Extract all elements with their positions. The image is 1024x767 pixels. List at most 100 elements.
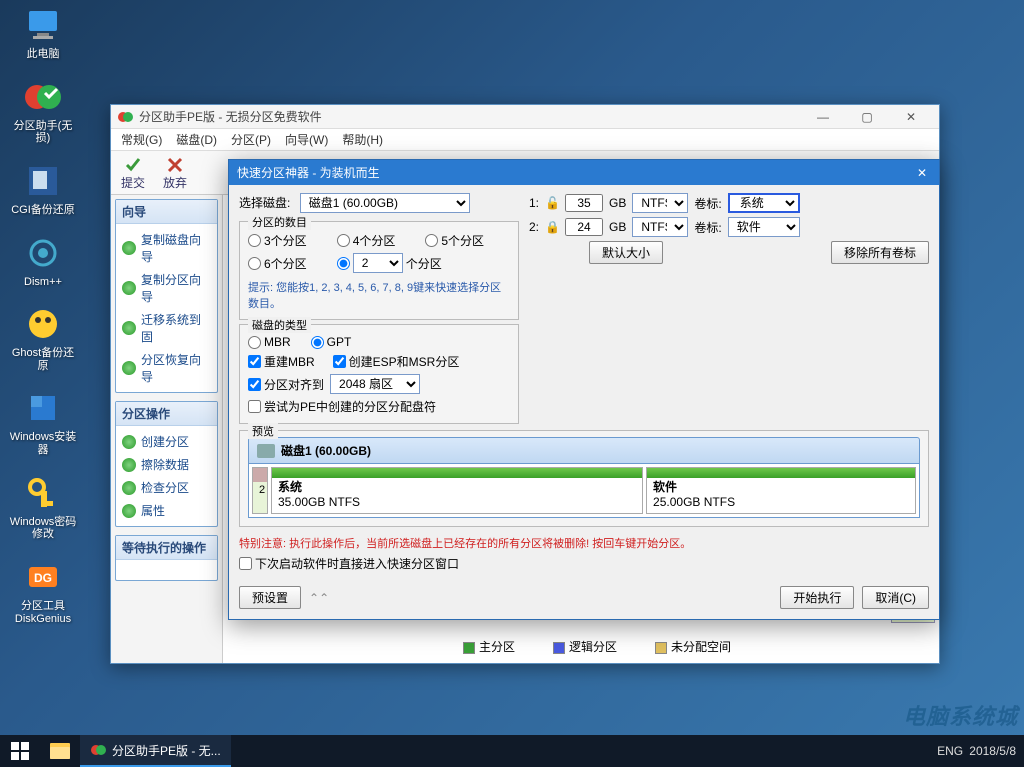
op-icon xyxy=(122,504,136,518)
op-wipe[interactable]: 擦除数据 xyxy=(120,453,213,476)
preview-partitions: 2 系统35.00GB NTFS 软件25.00GB NTFS xyxy=(248,464,920,518)
clear-volumes-button[interactable]: 移除所有卷标 xyxy=(831,241,929,264)
dialog-titlebar[interactable]: 快速分区神器 - 为装机而生 ✕ xyxy=(229,160,939,185)
panel-pending-header: 等待执行的操作 xyxy=(116,536,217,560)
menubar: 常规(G) 磁盘(D) 分区(P) 向导(W) 帮助(H) xyxy=(111,129,939,151)
size-input-1[interactable] xyxy=(565,194,603,212)
radio-5[interactable]: 5个分区 xyxy=(425,232,484,249)
partition-row-2: 2: 🔒 GB NTFS 卷标: 软件 xyxy=(529,217,929,237)
dialog-footer: 预设置 ⌃⌃ 开始执行 取消(C) xyxy=(229,580,939,619)
op-props[interactable]: 属性 xyxy=(120,499,213,522)
volume-select-1[interactable]: 系统 xyxy=(728,193,800,213)
radio-3[interactable]: 3个分区 xyxy=(248,232,307,249)
panel-pending: 等待执行的操作 xyxy=(115,535,218,581)
menu-partition[interactable]: 分区(P) xyxy=(231,131,271,148)
op-create[interactable]: 创建分区 xyxy=(120,430,213,453)
tool-discard[interactable]: 放弃 xyxy=(163,155,187,191)
disk-select[interactable]: 磁盘1 (60.00GB) xyxy=(300,193,470,213)
preview-part-1[interactable]: 系统35.00GB NTFS xyxy=(271,467,643,514)
svg-text:DG: DG xyxy=(34,571,52,585)
window-title: 分区助手PE版 - 无损分区免费软件 xyxy=(139,108,795,125)
system-tray[interactable]: ENG 2018/5/8 xyxy=(929,744,1024,758)
start-button[interactable] xyxy=(0,735,40,767)
desktop-icon-diskgenius[interactable]: DG分区工具DiskGenius xyxy=(8,557,78,625)
tool-commit[interactable]: 提交 xyxy=(121,155,145,191)
disk-label: 选择磁盘: xyxy=(239,194,290,211)
radio-4[interactable]: 4个分区 xyxy=(337,232,396,249)
titlebar[interactable]: 分区助手PE版 - 无损分区免费软件 — ▢ ✕ xyxy=(111,105,939,129)
maximize-button[interactable]: ▢ xyxy=(845,106,889,128)
size-input-2[interactable] xyxy=(565,218,603,236)
fs-select-1[interactable]: NTFS xyxy=(632,193,688,213)
volume-select-2[interactable]: 软件 xyxy=(728,217,800,237)
desktop-icon-wininstall[interactable]: Windows安装器 xyxy=(8,388,78,456)
menu-help[interactable]: 帮助(H) xyxy=(342,131,383,148)
preview-disk-header: 磁盘1 (60.00GB) xyxy=(248,437,920,464)
minimize-button[interactable]: — xyxy=(801,106,845,128)
desktop-icon-cgi[interactable]: CGI备份还原 xyxy=(8,161,78,217)
taskbar-explorer[interactable] xyxy=(40,735,80,767)
start-button[interactable]: 开始执行 xyxy=(780,586,854,609)
wizard-icon xyxy=(122,281,136,295)
legend-logical-swatch xyxy=(553,642,565,654)
legend-unalloc-swatch xyxy=(655,642,667,654)
count-hint: 提示: 您能按1, 2, 3, 4, 5, 6, 7, 8, 9键来快速选择分区… xyxy=(248,279,510,311)
wizard-icon xyxy=(122,241,136,255)
legend-primary-swatch xyxy=(463,642,475,654)
chk-assign-letter[interactable]: 尝试为PE中创建的分区分配盘符 xyxy=(248,398,510,415)
warning-text: 特别注意: 执行此操作后，当前所选磁盘上已经存在的所有分区将被删除! 按回车键开… xyxy=(239,535,929,551)
radio-mbr[interactable]: MBR xyxy=(248,335,291,349)
desktop-icon-pc[interactable]: 此电脑 xyxy=(8,5,78,61)
partition-row-1: 1: 🔓 GB NTFS 卷标: 系统 xyxy=(529,193,929,213)
radio-6[interactable]: 6个分区 xyxy=(248,253,307,273)
desktop-icon-ghost[interactable]: Ghost备份还原 xyxy=(8,304,78,372)
dialog-close-button[interactable]: ✕ xyxy=(913,166,931,180)
dialog-title: 快速分区神器 - 为装机而生 xyxy=(237,164,380,181)
wizard-copy-part[interactable]: 复制分区向导 xyxy=(120,268,213,308)
taskbar-task[interactable]: 分区助手PE版 - 无... xyxy=(80,735,231,767)
chk-open-next[interactable]: 下次启动软件时直接进入快速分区窗口 xyxy=(239,555,929,572)
fs-select-2[interactable]: NTFS xyxy=(632,217,688,237)
chk-rebuild-mbr[interactable]: 重建MBR xyxy=(248,353,315,370)
cancel-button[interactable]: 取消(C) xyxy=(862,586,929,609)
wizard-copy-disk[interactable]: 复制磁盘向导 xyxy=(120,228,213,268)
menu-wizard[interactable]: 向导(W) xyxy=(285,131,328,148)
lock-icon[interactable]: 🔓 xyxy=(545,196,559,210)
desktop-icon-dism[interactable]: Dism++ xyxy=(8,233,78,289)
radio-custom[interactable]: 2 个分区 xyxy=(337,253,442,273)
align-select[interactable]: 2048 扇区 xyxy=(330,374,420,394)
preview-part-2[interactable]: 软件25.00GB NTFS xyxy=(646,467,916,514)
wizard-migrate[interactable]: 迁移系统到固 xyxy=(120,308,213,348)
preview-minor: 2 xyxy=(252,467,268,514)
radio-gpt[interactable]: GPT xyxy=(311,335,352,349)
watermark: 电脑系统城 xyxy=(903,699,1018,731)
count-group-title: 分区的数目 xyxy=(248,214,311,230)
type-group-title: 磁盘的类型 xyxy=(248,317,311,333)
op-icon xyxy=(122,458,136,472)
taskbar: 分区助手PE版 - 无... ENG 2018/5/8 xyxy=(0,735,1024,767)
lock-icon[interactable]: 🔒 xyxy=(545,220,559,234)
panel-ops-header: 分区操作 xyxy=(116,402,217,426)
expand-icon[interactable]: ⌃⌃ xyxy=(309,591,329,605)
chk-esp-msr[interactable]: 创建ESP和MSR分区 xyxy=(333,353,460,370)
default-size-button[interactable]: 默认大小 xyxy=(589,241,663,264)
op-icon xyxy=(122,435,136,449)
legend: 主分区 逻辑分区 未分配空间 xyxy=(463,638,731,655)
menu-general[interactable]: 常规(G) xyxy=(121,131,162,148)
app-icon xyxy=(117,109,133,125)
op-check[interactable]: 检查分区 xyxy=(120,476,213,499)
desktop-icon-winpwd[interactable]: Windows密码修改 xyxy=(8,473,78,541)
custom-count-select[interactable]: 2 xyxy=(353,253,403,273)
chk-align[interactable]: 分区对齐到 xyxy=(248,376,324,393)
wizard-icon xyxy=(122,321,136,335)
close-button[interactable]: ✕ xyxy=(889,106,933,128)
sidebar: 向导 复制磁盘向导 复制分区向导 迁移系统到固 分区恢复向导 分区操作 创建分区… xyxy=(111,195,223,663)
wizard-icon xyxy=(122,361,136,375)
panel-ops: 分区操作 创建分区 擦除数据 检查分区 属性 xyxy=(115,401,218,527)
preset-button[interactable]: 预设置 xyxy=(239,586,301,609)
wizard-recover[interactable]: 分区恢复向导 xyxy=(120,348,213,388)
quick-partition-dialog: 快速分区神器 - 为装机而生 ✕ 选择磁盘: 磁盘1 (60.00GB) 分区的… xyxy=(228,159,940,620)
desktop-icon-aomei[interactable]: 分区助手(无损) xyxy=(8,77,78,145)
preview-title: 预览 xyxy=(248,423,278,439)
menu-disk[interactable]: 磁盘(D) xyxy=(176,131,217,148)
